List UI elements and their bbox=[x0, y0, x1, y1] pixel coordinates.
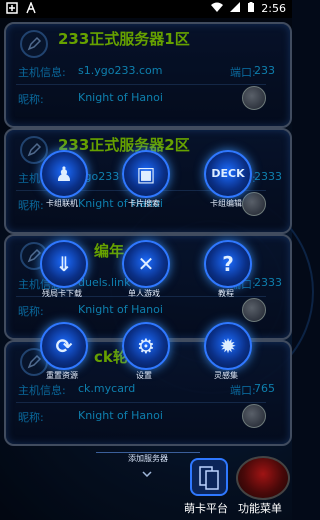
status-right: 2:56 bbox=[210, 2, 286, 15]
menu-reset-button[interactable]: ⟳ 重置资源 bbox=[34, 322, 90, 380]
menu-label: 单人游戏 bbox=[128, 289, 160, 298]
puzzle-download-icon: ⇓ bbox=[40, 240, 88, 288]
menu-label: 灵感集 bbox=[214, 371, 238, 380]
single-player-icon: ✕ bbox=[122, 240, 170, 288]
wifi-icon bbox=[210, 2, 223, 15]
menu-label: 教程 bbox=[218, 289, 234, 298]
status-left bbox=[6, 1, 40, 17]
menu-label: 重置资源 bbox=[46, 371, 78, 380]
reset-icon: ⟳ bbox=[40, 322, 88, 370]
duel-icon: ♟ bbox=[40, 150, 88, 198]
menu-label: 卡组编辑 bbox=[210, 199, 242, 208]
notification-a-icon bbox=[25, 1, 36, 17]
kaka-logo-icon bbox=[6, 2, 18, 17]
function-menu-icon[interactable] bbox=[236, 456, 290, 500]
menu-idea-button[interactable]: ✹ 灵感集 bbox=[198, 322, 254, 380]
card-search-icon: ▣ bbox=[122, 150, 170, 198]
mycard-platform-label[interactable]: 萌卡平台 bbox=[184, 500, 228, 516]
menu-label: 设置 bbox=[136, 371, 152, 380]
menu-duel-button[interactable]: ♟ 卡组联机 bbox=[34, 150, 90, 208]
battery-icon bbox=[247, 2, 254, 15]
menu-card-search-button[interactable]: ▣ 卡片搜索 bbox=[116, 150, 172, 208]
menu-puzzle-download-button[interactable]: ⇓ 残局卡下载 bbox=[34, 240, 90, 298]
menu-settings-button[interactable]: ⚙ 设置 bbox=[116, 322, 172, 380]
mycard-platform-icon[interactable] bbox=[190, 458, 228, 496]
menu-label: 卡片搜索 bbox=[128, 199, 160, 208]
status-bar: 2:56 bbox=[0, 0, 292, 18]
menu-label: 卡组联机 bbox=[46, 199, 78, 208]
signal-icon bbox=[230, 2, 241, 15]
chevron-down-icon bbox=[142, 462, 152, 481]
status-time: 2:56 bbox=[261, 2, 286, 15]
deck-edit-icon: DECK bbox=[204, 150, 252, 198]
menu-deck-edit-button[interactable]: DECK 卡组编辑 bbox=[198, 150, 254, 208]
help-icon: ? bbox=[204, 240, 252, 288]
menu-help-button[interactable]: ? 教程 bbox=[198, 240, 254, 298]
settings-icon: ⚙ bbox=[122, 322, 170, 370]
menu-single-player-button[interactable]: ✕ 单人游戏 bbox=[116, 240, 172, 298]
function-menu-label[interactable]: 功能菜单 bbox=[238, 500, 282, 516]
idea-icon: ✹ bbox=[204, 322, 252, 370]
menu-label: 残局卡下载 bbox=[42, 289, 82, 298]
